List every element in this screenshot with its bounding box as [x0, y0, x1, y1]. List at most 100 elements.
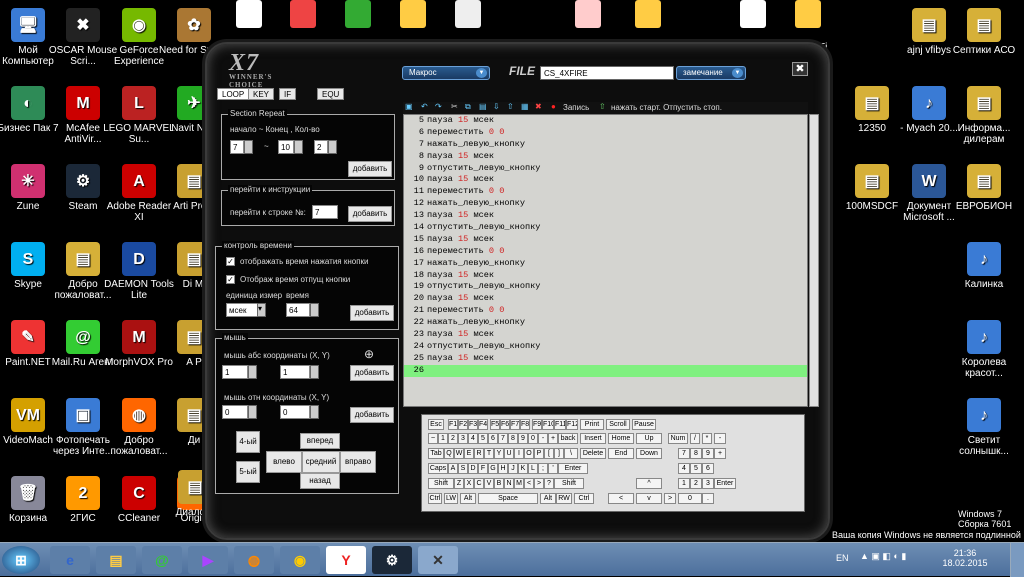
- rel-y-stepper[interactable]: 0: [280, 405, 319, 419]
- copy-icon[interactable]: ⧉: [465, 102, 471, 112]
- key-button[interactable]: Shift: [428, 478, 454, 489]
- abs-add-button[interactable]: добавить: [350, 365, 394, 381]
- mouse-right-button[interactable]: вправо: [340, 451, 376, 473]
- key-button[interactable]: v: [636, 493, 662, 504]
- key-button[interactable]: 0: [678, 493, 702, 504]
- record-icon[interactable]: ●: [551, 102, 556, 111]
- key-button[interactable]: Pause: [632, 419, 656, 430]
- key-button[interactable]: End: [608, 448, 634, 459]
- key-button[interactable]: U: [504, 448, 514, 459]
- key-button[interactable]: E: [464, 448, 474, 459]
- key-button[interactable]: 7: [498, 433, 508, 444]
- key-button[interactable]: P: [534, 448, 544, 459]
- cut-icon[interactable]: ✂: [451, 102, 458, 111]
- key-button[interactable]: O: [524, 448, 534, 459]
- key-button[interactable]: Scroll: [606, 419, 630, 430]
- show-release-time-checkbox[interactable]: ✓: [226, 275, 235, 284]
- desktop-file-icon[interactable]: [740, 0, 766, 28]
- close-button[interactable]: ✖: [792, 62, 808, 76]
- insert-icon[interactable]: ▦: [521, 102, 529, 111]
- script-row[interactable]: 7 нажать_левую_кнопку: [404, 139, 807, 151]
- key-button[interactable]: Space: [478, 493, 538, 504]
- key-button[interactable]: 8: [508, 433, 518, 444]
- key-button[interactable]: -: [714, 433, 726, 444]
- key-button[interactable]: \: [564, 448, 578, 459]
- key-button[interactable]: F5: [490, 419, 500, 430]
- key-button[interactable]: L: [528, 463, 538, 474]
- key-button[interactable]: ;: [538, 463, 548, 474]
- key-button[interactable]: F2: [458, 419, 468, 430]
- mouse-middle-button[interactable]: средний: [302, 451, 340, 473]
- key-button[interactable]: ^: [636, 478, 662, 489]
- desktop-icon[interactable]: ♪ Королева красот...: [948, 320, 1020, 379]
- redo-icon[interactable]: ↷: [435, 102, 442, 111]
- key-button[interactable]: F: [478, 463, 488, 474]
- key-button[interactable]: -: [538, 433, 548, 444]
- mouse-button-4[interactable]: 4-ый: [236, 431, 260, 453]
- key-button[interactable]: RW: [556, 493, 572, 504]
- key-button[interactable]: J: [508, 463, 518, 474]
- key-button[interactable]: 4: [678, 463, 690, 474]
- key-button[interactable]: F3: [468, 419, 478, 430]
- key-button[interactable]: Num: [668, 433, 688, 444]
- rel-x-stepper[interactable]: 0: [222, 405, 257, 419]
- script-row[interactable]: 23 пауза 15 мсек: [404, 329, 807, 341]
- key-button[interactable]: ~: [428, 433, 438, 444]
- desktop-file-icon[interactable]: [400, 0, 426, 28]
- visual-studio-icon[interactable]: ▶: [188, 546, 228, 574]
- key-button[interactable]: 1: [678, 478, 690, 489]
- key-button[interactable]: Up: [636, 433, 662, 444]
- script-row[interactable]: 11 переместить 0 0: [404, 186, 807, 198]
- key-button[interactable]: Y: [494, 448, 504, 459]
- key-button[interactable]: Tab: [428, 448, 444, 459]
- key-button[interactable]: +: [548, 433, 558, 444]
- unit-select[interactable]: мсек ▾: [226, 303, 266, 317]
- key-button[interactable]: K: [518, 463, 528, 474]
- key-button[interactable]: F6: [500, 419, 510, 430]
- mouse-button-5[interactable]: 5-ый: [236, 461, 260, 483]
- script-row[interactable]: 25 пауза 15 мсек: [404, 353, 807, 365]
- steam-taskbar-icon[interactable]: ⚙: [372, 546, 412, 574]
- script-scrollbar[interactable]: [809, 114, 819, 407]
- desktop-icon[interactable]: ▤ Септики АСО: [948, 8, 1020, 56]
- crosshair-icon[interactable]: ⊕: [364, 347, 374, 361]
- key-button[interactable]: W: [454, 448, 464, 459]
- key-button[interactable]: F8: [520, 419, 530, 430]
- x7-taskbar-icon[interactable]: ✕: [418, 546, 458, 574]
- goto-add-button[interactable]: добавить: [348, 206, 392, 222]
- key-button[interactable]: 8: [690, 448, 702, 459]
- key-button[interactable]: T: [484, 448, 494, 459]
- script-row[interactable]: 20 пауза 15 мсек: [404, 293, 807, 305]
- move-up-icon[interactable]: ⇧: [507, 102, 514, 111]
- script-row[interactable]: 15 пауза 15 мсек: [404, 234, 807, 246]
- clock[interactable]: 21:36 18.02.2015: [940, 548, 990, 568]
- script-row[interactable]: 17 нажать_левую_кнопку: [404, 258, 807, 270]
- key-button[interactable]: 6: [488, 433, 498, 444]
- desktop-file-icon[interactable]: [575, 0, 601, 28]
- key-button[interactable]: F1: [448, 419, 458, 430]
- key-button[interactable]: /: [690, 433, 700, 444]
- key-button[interactable]: Esc: [428, 419, 444, 430]
- key-button[interactable]: C: [474, 478, 484, 489]
- script-row[interactable]: 18 пауза 15 мсек: [404, 270, 807, 282]
- key-button[interactable]: X: [464, 478, 474, 489]
- key-button[interactable]: Down: [636, 448, 662, 459]
- script-row[interactable]: 19 отпустить_левую_кнопку: [404, 281, 807, 293]
- script-row[interactable]: 6 переместить 0 0: [404, 127, 807, 139]
- key-button[interactable]: Ctrl: [574, 493, 594, 504]
- script-row[interactable]: 22 нажать_левую_кнопку: [404, 317, 807, 329]
- key-button[interactable]: F10: [542, 419, 554, 430]
- script-row[interactable]: 9 отпустить_левую_кнопку: [404, 163, 807, 175]
- key-button[interactable]: Alt: [460, 493, 476, 504]
- script-row[interactable]: 10 пауза 15 мсек: [404, 174, 807, 186]
- repeat-start-stepper[interactable]: 7: [230, 140, 253, 154]
- delete-icon[interactable]: ✖: [535, 102, 542, 111]
- desktop-icon[interactable]: ♪ Светит солнышк...: [948, 398, 1020, 457]
- key-button[interactable]: +: [714, 448, 726, 459]
- mode-dropdown[interactable]: замечание ▼: [676, 66, 746, 80]
- key-button[interactable]: 5: [478, 433, 488, 444]
- script-row[interactable]: 13 пауза 15 мсек: [404, 210, 807, 222]
- abs-x-stepper[interactable]: 1: [222, 365, 257, 379]
- key-button[interactable]: N: [504, 478, 514, 489]
- key-button[interactable]: ': [548, 463, 558, 474]
